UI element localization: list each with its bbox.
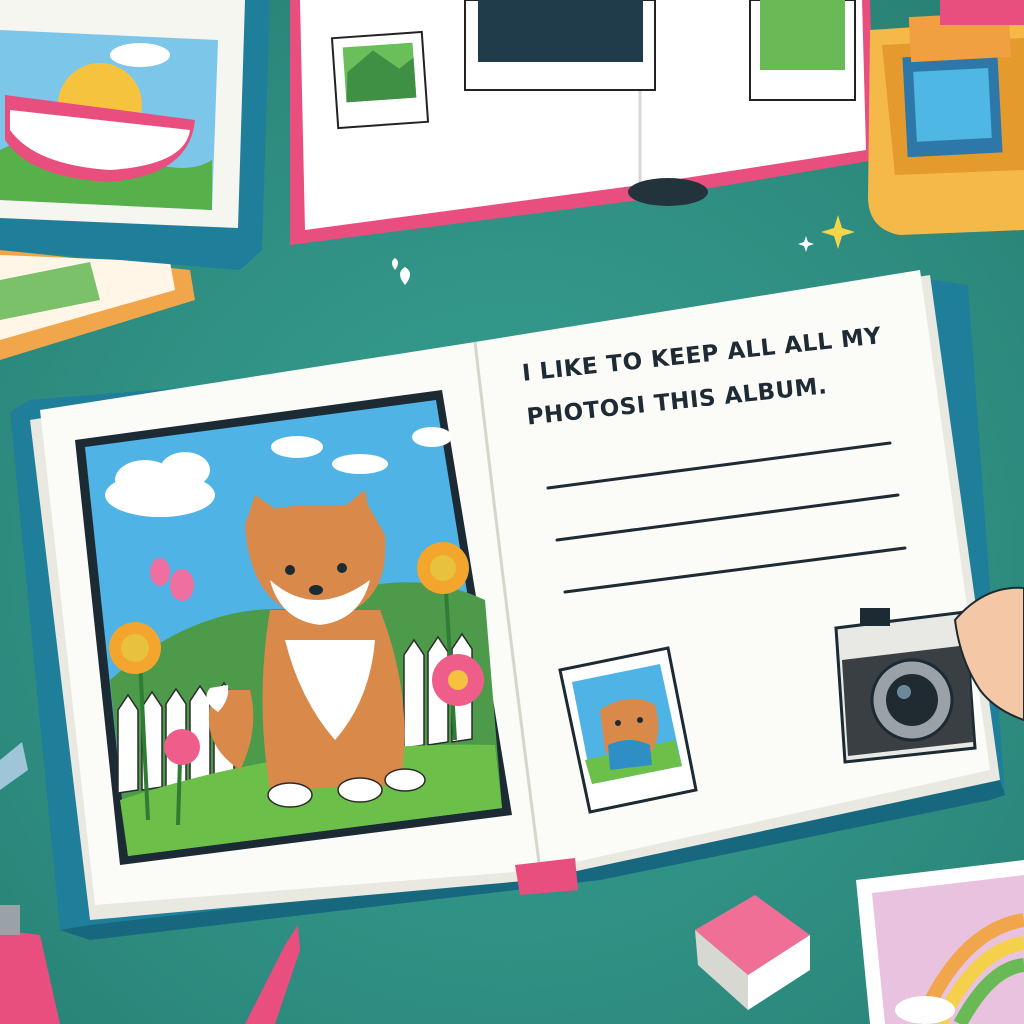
- top-center-album: [290, 0, 875, 245]
- pencil: [245, 925, 300, 1024]
- album-scene: I LIKE TO KEEP ALL ALL MY PHOTOSI THIS A…: [0, 0, 1024, 1024]
- eraser: [695, 895, 810, 1010]
- top-left-album: [0, 0, 270, 360]
- top-right-basket: [868, 0, 1024, 235]
- illustration: [0, 0, 1024, 1024]
- pink-pen: [0, 905, 60, 1024]
- camera-icon: [834, 608, 977, 764]
- rainbow-photo: [856, 860, 1024, 1024]
- blue-pencil: [0, 742, 28, 790]
- fox-garden-photo: [75, 390, 512, 865]
